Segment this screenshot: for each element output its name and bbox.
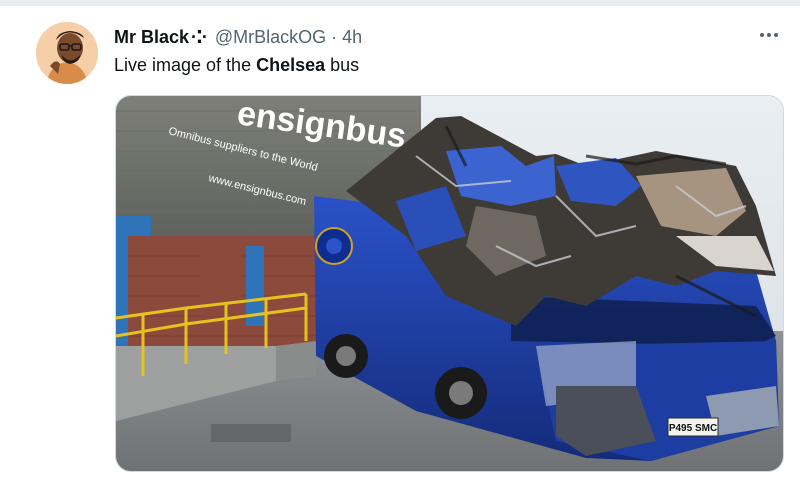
tweet-photo[interactable]: ensignbus Omnibus suppliers to the World… [115, 95, 784, 472]
tweet-text: Live image of the Chelsea bus [114, 55, 359, 76]
avatar[interactable] [36, 22, 98, 84]
avatar-image [36, 22, 98, 84]
tweet-text-start: Live image of the [114, 55, 257, 75]
name-decoration: ·⁚· [191, 26, 208, 47]
tweet-header: Mr Black ·⁚· @MrBlackOG · 4h [114, 25, 362, 49]
more-button[interactable] [752, 22, 786, 48]
tweet-text-bold: Chelsea [256, 55, 326, 75]
user-handle[interactable]: @MrBlackOG [215, 27, 326, 48]
display-name[interactable]: Mr Black [114, 27, 189, 48]
timestamp[interactable]: 4h [342, 27, 362, 48]
tweet-card[interactable]: Mr Black ·⁚· @MrBlackOG · 4h Live image … [0, 0, 800, 486]
more-dots-icon [760, 33, 778, 37]
tweet-text-end: bus [325, 55, 360, 75]
divider [0, 0, 800, 6]
number-plate: P495 SMC [669, 423, 717, 434]
photo-icon: ensignbus Omnibus suppliers to the World… [116, 96, 783, 471]
separator-dot: · [331, 26, 338, 47]
